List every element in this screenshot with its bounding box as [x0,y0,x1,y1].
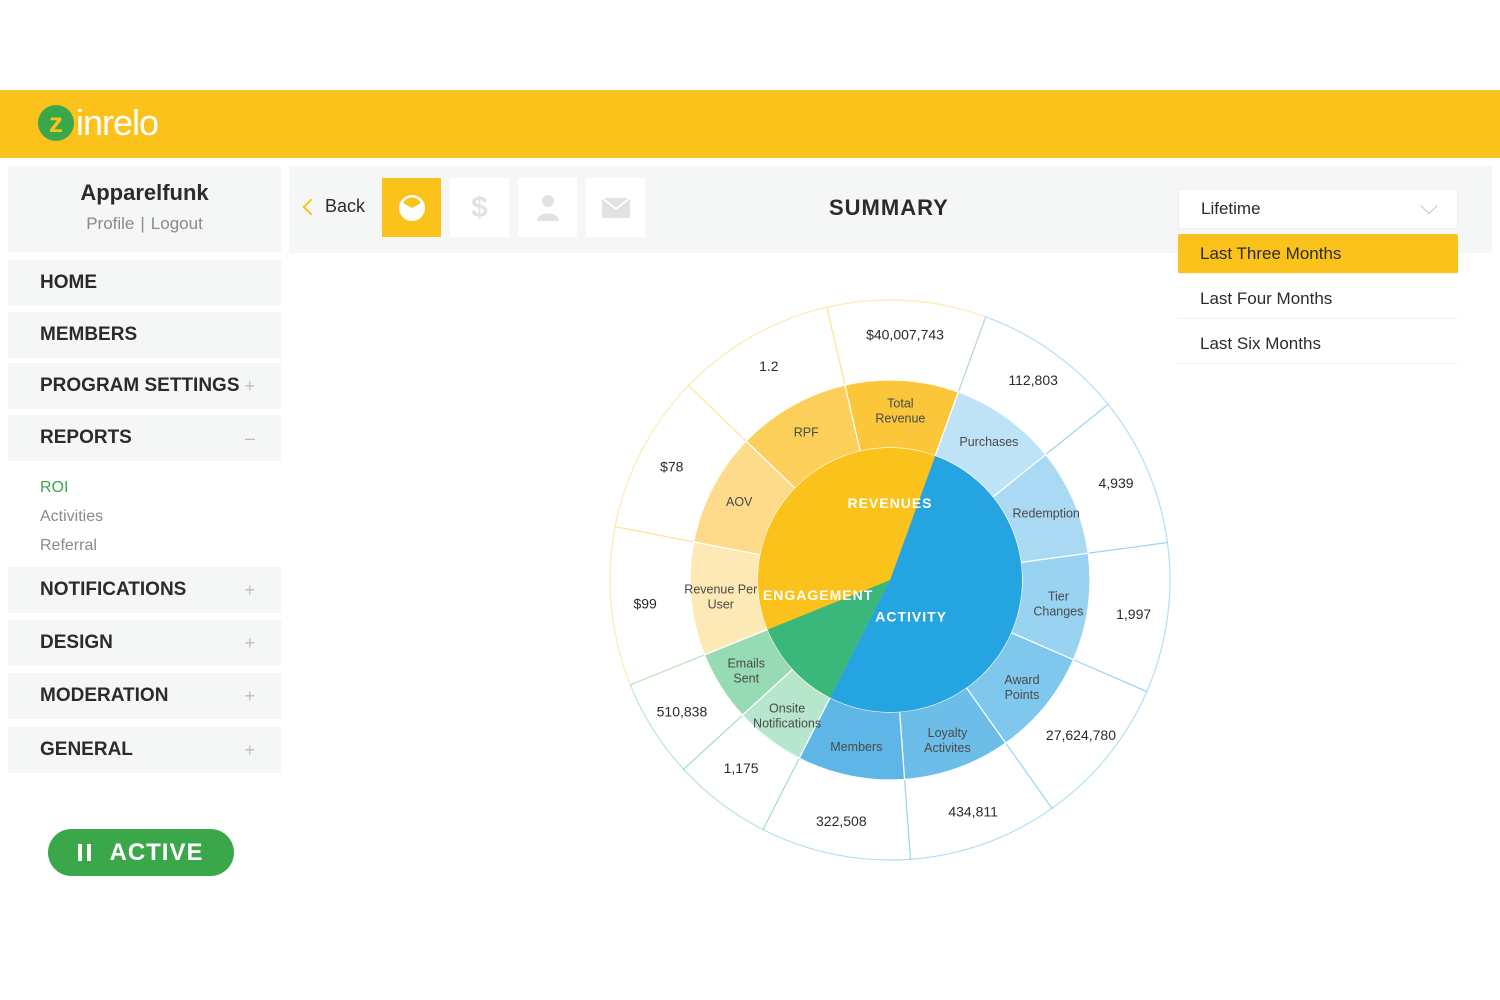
metric-value-members: 322,508 [816,813,867,829]
profile-link[interactable]: Profile [86,214,134,233]
nav-item-label: REPORTS [40,427,132,448]
metric-label-redemption: Redemption [1012,506,1079,520]
center-label-revenues: REVENUES [847,495,932,511]
tab-summary-chart[interactable] [382,178,441,237]
nav-item-label: DESIGN [40,632,113,653]
tab-revenue[interactable]: $ [450,178,509,237]
metric-label-purchases: Purchases [959,435,1018,449]
metric-value-emails-sent: 510,838 [657,703,708,719]
tab-notifications[interactable] [586,178,645,237]
collapse-icon[interactable]: – [245,428,255,449]
expand-icon[interactable]: + [244,740,255,761]
nav-item-label: PROGRAM SETTINGS [40,375,240,396]
page-title: SUMMARY [829,195,949,220]
envelope-icon [600,196,631,218]
logo-text: inrelo [76,102,159,143]
metric-label-members: Members [830,740,882,754]
top-bar [0,90,1500,158]
subnav-item-referral[interactable]: Referral [40,534,103,563]
date-range-value: Lifetime [1201,199,1261,218]
nav-item-general[interactable]: GENERAL + [8,727,281,773]
subnav-item-roi[interactable]: ROI [40,476,103,505]
nav-item-notifications[interactable]: NOTIFICATIONS + [8,567,281,613]
metric-value-total-revenue: $40,007,743 [866,326,944,342]
metric-label-award-points: Award Points [1004,673,1039,702]
center-label-activity: ACTIVITY [875,609,947,625]
expand-icon[interactable]: + [244,376,255,397]
subnav-item-activities[interactable]: Activities [40,505,103,534]
logo-mark: z [38,105,74,141]
zinrelo-logo[interactable]: z inrelo [38,100,159,146]
nav-item-design[interactable]: DESIGN + [8,620,281,666]
chevron-down-icon [1420,197,1438,215]
metric-value-tier-changes: 1,997 [1116,606,1151,622]
nav-item-label: NOTIFICATIONS [40,579,187,600]
active-status-button[interactable]: ACTIVE [48,829,234,876]
metric-label-aov: AOV [726,495,753,509]
store-name: Apparelfunk [80,180,209,205]
nav-item-label: HOME [40,272,97,293]
app-root: z inrelo Apparelfunk Profile | Logout HOME… [0,0,1500,1000]
metric-value-rpf: 1.2 [759,358,779,374]
outer-cell-total-revenue [826,299,987,393]
summary-sunburst-chart: Revenue Per User$99AOV$78RPF1.2Total Reven… [609,299,1171,861]
logout-link[interactable]: Logout [151,214,203,233]
expand-icon[interactable]: + [244,686,255,707]
active-status-label: ACTIVE [109,838,204,866]
metric-label-rpf: RPF [794,426,819,440]
metric-value-aov: $78 [660,458,684,474]
back-button[interactable]: Back [302,196,366,217]
nav-item-label: MEMBERS [40,324,138,345]
dollar-icon: $ [471,190,488,224]
expand-icon[interactable]: + [244,633,255,654]
back-label: Back [325,196,366,216]
metric-value-purchases: 112,803 [1008,372,1058,388]
nav-item-members[interactable]: MEMBERS [8,312,281,358]
profile-links: Profile | Logout [8,214,281,234]
nav-item-home[interactable]: HOME [8,260,281,306]
range-option-last-four-months[interactable]: Last Four Months [1178,279,1458,319]
pie-chart-icon [398,194,425,221]
tab-members[interactable] [518,178,577,237]
metric-value-award-points: 27,624,780 [1046,727,1116,743]
metric-value-onsite-notifications: 1,175 [724,760,759,776]
nav-item-label: GENERAL [40,739,133,760]
metric-value-loyalty-activites: 434,811 [948,804,998,820]
metric-value-revenue-per-user: $99 [633,596,657,612]
metric-value-redemption: 4,939 [1098,475,1133,491]
nav-item-reports[interactable]: REPORTS – [8,415,281,461]
reports-submenu: ROI Activities Referral [40,476,103,563]
date-range-options: Last Three Months Last Four Months Last … [1178,234,1458,369]
nav-item-label: MODERATION [40,685,169,706]
date-range-select[interactable]: Lifetime [1178,189,1458,229]
link-separator: | [140,214,145,233]
nav-item-program-settings[interactable]: PROGRAM SETTINGS + [8,363,281,409]
metric-label-loyalty-activites: Loyalty Activites [924,726,971,755]
range-option-last-three-months[interactable]: Last Three Months [1178,234,1458,274]
expand-icon[interactable]: + [244,580,255,601]
nav-item-moderation[interactable]: MODERATION + [8,673,281,719]
range-option-last-six-months[interactable]: Last Six Months [1178,324,1458,364]
center-label-engagement: ENGAGEMENT [763,587,873,603]
profile-card: Apparelfunk Profile | Logout [8,166,281,252]
person-icon [536,194,559,221]
chevron-left-icon [302,198,320,215]
pause-icon [78,844,92,861]
